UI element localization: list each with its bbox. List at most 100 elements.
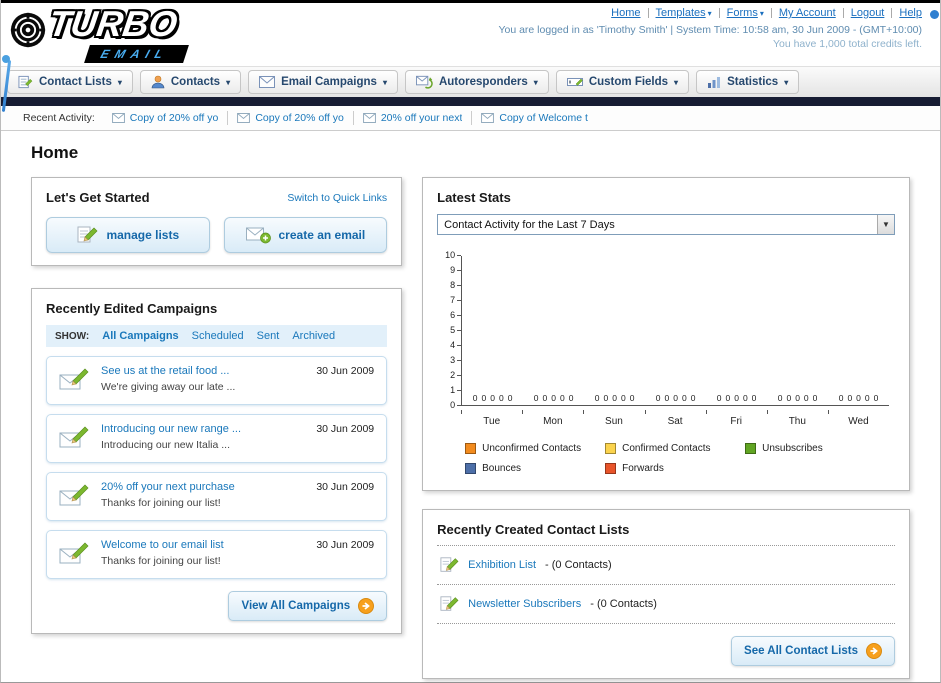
contact-lists-icon — [18, 75, 33, 89]
x-axis-label: Thu — [766, 410, 828, 427]
chart-column: 00000 — [523, 393, 584, 405]
tab-email-campaigns[interactable]: Email Campaigns ▾ — [248, 70, 398, 94]
recent-activity-link[interactable]: Copy of Welcome t — [499, 112, 588, 124]
y-axis-label: 2 — [437, 371, 462, 380]
bar-value-label: 0 — [681, 393, 687, 403]
top-nav-links: Home Templates ▾ Forms ▾ My Account Logout… — [611, 7, 922, 19]
main-content: Home Let's Get Started Switch to Quick L… — [1, 131, 940, 679]
bar-value-label: 0 — [786, 393, 792, 403]
bar-value-label: 0 — [742, 393, 748, 403]
get-started-panel: Let's Get Started Switch to Quick Links … — [31, 177, 403, 266]
tab-label: Statistics — [727, 76, 779, 88]
chevron-down-icon: ▾ — [382, 77, 387, 87]
tab-contact-lists[interactable]: Contact Lists ▾ — [7, 70, 133, 94]
chart-column: 00000 — [828, 393, 889, 405]
link-templates[interactable]: Templates — [656, 7, 706, 19]
y-axis-label: 3 — [437, 356, 462, 365]
stats-period-select[interactable]: Contact Activity for the Last 7 Days ▼ — [437, 214, 895, 235]
bar-value-label: 0 — [864, 393, 870, 403]
envelope-icon — [237, 113, 251, 123]
turbine-logo-icon — [10, 12, 46, 48]
contact-list-row[interactable]: Exhibition List - (0 Contacts) — [437, 546, 895, 585]
filter-sent[interactable]: Sent — [257, 330, 280, 342]
header: TURBO EMAIL Home Templates ▾ Forms ▾ My Ac… — [1, 3, 940, 66]
view-all-campaigns-button[interactable]: View All Campaigns — [228, 590, 388, 621]
see-all-contact-lists-button[interactable]: See All Contact Lists — [731, 636, 895, 666]
switch-quick-links-link[interactable]: Switch to Quick Links — [287, 192, 387, 204]
tab-custom-fields[interactable]: Custom Fields ▾ — [555, 70, 690, 94]
create-email-icon — [245, 227, 271, 244]
get-started-title: Let's Get Started — [46, 190, 150, 205]
filter-all-campaigns[interactable]: All Campaigns — [102, 330, 178, 342]
bar-value-label: 0 — [507, 393, 513, 403]
campaign-row[interactable]: See us at the retail food ... We're givi… — [46, 356, 388, 405]
recent-activity-link[interactable]: 20% off your next — [381, 112, 463, 124]
chevron-down-icon: ▾ — [784, 77, 789, 87]
contact-activity-chart: 10 9 8 7 6 5 4 3 2 1 0 000000000000000000000000000… — [437, 251, 895, 474]
contacts-icon — [151, 75, 165, 89]
page-title: Home — [31, 143, 79, 162]
custom-fields-icon — [566, 78, 583, 86]
campaign-row[interactable]: Welcome to our email list Thanks for joi… — [46, 529, 388, 579]
contact-list-row[interactable]: Newsletter Subscribers - (0 Contacts) — [437, 585, 895, 624]
campaign-title-link[interactable]: 20% off your next purchase — [101, 481, 235, 493]
filter-scheduled[interactable]: Scheduled — [192, 330, 244, 342]
recent-activity-item[interactable]: Copy of 20% off yo — [228, 111, 354, 125]
bar-value-label: 0 — [664, 393, 670, 403]
recent-activity-link[interactable]: Copy of 20% off yo — [255, 112, 344, 124]
link-logout[interactable]: Logout — [851, 7, 885, 19]
bar-value-label: 0 — [812, 393, 818, 403]
bar-value-label: 0 — [655, 393, 661, 403]
edit-list-icon — [440, 596, 459, 611]
recent-activity-item[interactable]: Copy of 20% off yo — [103, 111, 229, 125]
contact-list-link[interactable]: Newsletter Subscribers — [468, 598, 581, 610]
tab-label: Email Campaigns — [281, 76, 377, 88]
y-axis-label: 6 — [437, 311, 462, 320]
link-home[interactable]: Home — [611, 7, 640, 19]
recent-activity-bar: Recent Activity: Copy of 20% off yo Copy… — [1, 106, 940, 131]
manage-lists-button[interactable]: manage lists — [46, 217, 210, 253]
recent-activity-item[interactable]: 20% off your next — [354, 111, 473, 125]
campaign-title-link[interactable]: Welcome to our email list — [101, 539, 224, 551]
y-axis-label: 7 — [437, 296, 462, 305]
link-help[interactable]: Help — [899, 7, 922, 19]
statistics-icon — [708, 76, 721, 88]
bar-value-label: 0 — [734, 393, 739, 403]
y-axis-label: 8 — [437, 281, 462, 290]
stats-period-value: Contact Activity for the Last 7 Days — [444, 218, 615, 231]
y-axis-label: 1 — [437, 386, 462, 395]
tab-contacts[interactable]: Contacts ▾ — [139, 70, 242, 94]
create-email-button[interactable]: create an email — [223, 217, 388, 253]
bar-value-label: 0 — [803, 393, 809, 403]
contact-list-link[interactable]: Exhibition List — [468, 559, 536, 571]
chart-column: 00000 — [706, 393, 767, 405]
contact-lists-title: Recently Created Contact Lists — [437, 522, 895, 546]
bar-value-label: 0 — [795, 393, 800, 403]
envelope-icon — [111, 113, 125, 123]
campaign-row[interactable]: 20% off your next purchase Thanks for jo… — [46, 471, 388, 521]
chart-x-axis: Tue Mon Sun Sat Fri Thu Wed — [461, 410, 889, 427]
credits-info: You have 1,000 total credits left. — [772, 38, 922, 50]
left-column: Let's Get Started Switch to Quick Links … — [31, 177, 403, 634]
filter-archived[interactable]: Archived — [292, 330, 335, 342]
legend-label: Unsubscribes — [762, 443, 823, 454]
chevron-down-icon: ▾ — [533, 77, 538, 87]
campaign-title-link[interactable]: See us at the retail food ... — [101, 365, 229, 377]
bar-value-label: 0 — [856, 393, 861, 403]
chart-y-axis: 10 9 8 7 6 5 4 3 2 1 0 — [437, 251, 462, 410]
link-forms[interactable]: Forms — [727, 7, 758, 19]
bar-value-label: 0 — [481, 393, 487, 403]
tab-statistics[interactable]: Statistics ▾ — [696, 70, 800, 94]
link-my-account[interactable]: My Account — [779, 7, 836, 19]
recent-activity-item[interactable]: Copy of Welcome t — [472, 111, 597, 125]
legend-item: Unconfirmed Contacts — [465, 443, 605, 454]
recent-activity-link[interactable]: Copy of 20% off yo — [130, 112, 219, 124]
bar-value-label: 0 — [751, 393, 757, 403]
chart-legend: Unconfirmed Contacts Confirmed Contacts Un… — [465, 443, 889, 474]
campaign-title-link[interactable]: Introducing our new range ... — [101, 423, 241, 435]
campaign-row[interactable]: Introducing our new range ... Introducin… — [46, 413, 388, 463]
legend-item: Forwards — [605, 463, 745, 474]
y-axis-label: 10 — [437, 251, 462, 260]
tab-autoresponders[interactable]: Autoresponders ▾ — [404, 70, 549, 94]
app-logo: TURBO EMAIL — [9, 3, 269, 63]
